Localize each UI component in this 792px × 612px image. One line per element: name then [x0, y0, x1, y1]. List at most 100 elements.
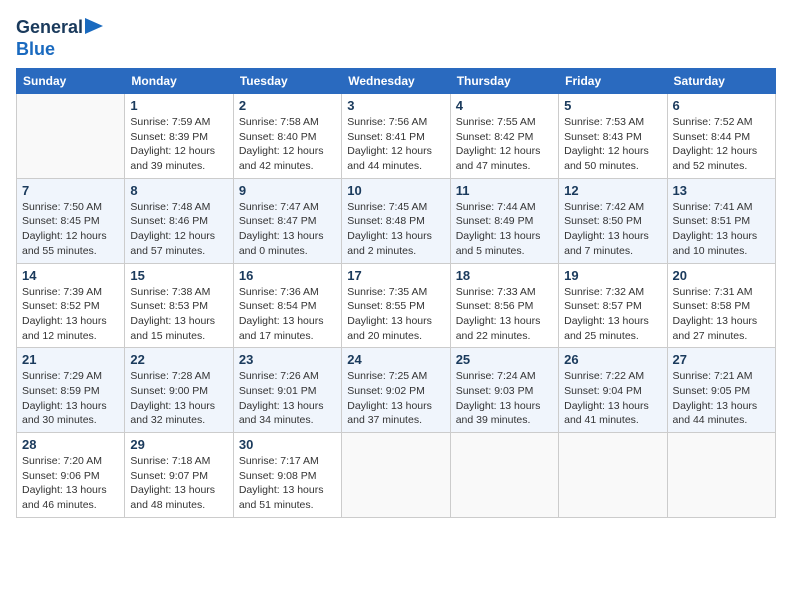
- day-number: 30: [239, 437, 336, 452]
- day-info: Sunrise: 7:48 AM Sunset: 8:46 PM Dayligh…: [130, 200, 227, 259]
- calendar-cell: [17, 94, 125, 179]
- calendar-cell: [667, 433, 775, 518]
- day-info: Sunrise: 7:39 AM Sunset: 8:52 PM Dayligh…: [22, 285, 119, 344]
- calendar-cell: 9 Sunrise: 7:47 AM Sunset: 8:47 PM Daylig…: [233, 178, 341, 263]
- calendar-cell: 21 Sunrise: 7:29 AM Sunset: 8:59 PM Dayli…: [17, 348, 125, 433]
- calendar-cell: 25 Sunrise: 7:24 AM Sunset: 9:03 PM Dayli…: [450, 348, 558, 433]
- header: General Blue: [16, 16, 776, 60]
- calendar-cell: 30 Sunrise: 7:17 AM Sunset: 9:08 PM Dayli…: [233, 433, 341, 518]
- day-number: 19: [564, 268, 661, 283]
- weekday-header-thursday: Thursday: [450, 69, 558, 94]
- day-number: 1: [130, 98, 227, 113]
- day-info: Sunrise: 7:56 AM Sunset: 8:41 PM Dayligh…: [347, 115, 444, 174]
- day-info: Sunrise: 7:53 AM Sunset: 8:43 PM Dayligh…: [564, 115, 661, 174]
- day-number: 26: [564, 352, 661, 367]
- day-info: Sunrise: 7:28 AM Sunset: 9:00 PM Dayligh…: [130, 369, 227, 428]
- calendar-week-row: 21 Sunrise: 7:29 AM Sunset: 8:59 PM Dayli…: [17, 348, 776, 433]
- calendar-cell: 4Sunrise: 7:55 AM Sunset: 8:42 PM Daylig…: [450, 94, 558, 179]
- weekday-header-tuesday: Tuesday: [233, 69, 341, 94]
- day-number: 3: [347, 98, 444, 113]
- day-number: 13: [673, 183, 770, 198]
- day-info: Sunrise: 7:26 AM Sunset: 9:01 PM Dayligh…: [239, 369, 336, 428]
- weekday-header-saturday: Saturday: [667, 69, 775, 94]
- day-number: 28: [22, 437, 119, 452]
- day-info: Sunrise: 7:20 AM Sunset: 9:06 PM Dayligh…: [22, 454, 119, 513]
- calendar-week-row: 7Sunrise: 7:50 AM Sunset: 8:45 PM Daylig…: [17, 178, 776, 263]
- day-info: Sunrise: 7:52 AM Sunset: 8:44 PM Dayligh…: [673, 115, 770, 174]
- day-info: Sunrise: 7:42 AM Sunset: 8:50 PM Dayligh…: [564, 200, 661, 259]
- day-number: 8: [130, 183, 227, 198]
- calendar-cell: 3 Sunrise: 7:56 AM Sunset: 8:41 PM Daylig…: [342, 94, 450, 179]
- day-number: 11: [456, 183, 553, 198]
- day-number: 15: [130, 268, 227, 283]
- day-info: Sunrise: 7:45 AM Sunset: 8:48 PM Dayligh…: [347, 200, 444, 259]
- weekday-header-row: SundayMondayTuesdayWednesdayThursdayFrid…: [17, 69, 776, 94]
- day-info: Sunrise: 7:31 AM Sunset: 8:58 PM Dayligh…: [673, 285, 770, 344]
- calendar-cell: 19 Sunrise: 7:32 AM Sunset: 8:57 PM Dayli…: [559, 263, 667, 348]
- calendar-cell: 24Sunrise: 7:25 AM Sunset: 9:02 PM Dayli…: [342, 348, 450, 433]
- weekday-header-monday: Monday: [125, 69, 233, 94]
- calendar-cell: 15 Sunrise: 7:38 AM Sunset: 8:53 PM Dayli…: [125, 263, 233, 348]
- logo: General Blue: [16, 16, 103, 60]
- calendar-cell: 17 Sunrise: 7:35 AM Sunset: 8:55 PM Dayli…: [342, 263, 450, 348]
- calendar-cell: 14 Sunrise: 7:39 AM Sunset: 8:52 PM Dayli…: [17, 263, 125, 348]
- day-number: 27: [673, 352, 770, 367]
- logo-text-blue: Blue: [16, 39, 55, 59]
- day-number: 16: [239, 268, 336, 283]
- day-number: 29: [130, 437, 227, 452]
- day-number: 21: [22, 352, 119, 367]
- day-info: Sunrise: 7:22 AM Sunset: 9:04 PM Dayligh…: [564, 369, 661, 428]
- day-info: Sunrise: 7:35 AM Sunset: 8:55 PM Dayligh…: [347, 285, 444, 344]
- day-info: Sunrise: 7:21 AM Sunset: 9:05 PM Dayligh…: [673, 369, 770, 428]
- calendar-cell: 12Sunrise: 7:42 AM Sunset: 8:50 PM Dayli…: [559, 178, 667, 263]
- day-number: 20: [673, 268, 770, 283]
- weekday-header-friday: Friday: [559, 69, 667, 94]
- calendar-cell: 5 Sunrise: 7:53 AM Sunset: 8:43 PM Daylig…: [559, 94, 667, 179]
- calendar-cell: 2 Sunrise: 7:58 AM Sunset: 8:40 PM Daylig…: [233, 94, 341, 179]
- day-number: 2: [239, 98, 336, 113]
- day-info: Sunrise: 7:25 AM Sunset: 9:02 PM Dayligh…: [347, 369, 444, 428]
- calendar-cell: [450, 433, 558, 518]
- day-number: 17: [347, 268, 444, 283]
- day-info: Sunrise: 7:18 AM Sunset: 9:07 PM Dayligh…: [130, 454, 227, 513]
- weekday-header-sunday: Sunday: [17, 69, 125, 94]
- day-info: Sunrise: 7:33 AM Sunset: 8:56 PM Dayligh…: [456, 285, 553, 344]
- calendar-cell: 11 Sunrise: 7:44 AM Sunset: 8:49 PM Dayli…: [450, 178, 558, 263]
- day-info: Sunrise: 7:17 AM Sunset: 9:08 PM Dayligh…: [239, 454, 336, 513]
- day-info: Sunrise: 7:29 AM Sunset: 8:59 PM Dayligh…: [22, 369, 119, 428]
- calendar-cell: 6 Sunrise: 7:52 AM Sunset: 8:44 PM Daylig…: [667, 94, 775, 179]
- day-info: Sunrise: 7:44 AM Sunset: 8:49 PM Dayligh…: [456, 200, 553, 259]
- calendar-cell: [559, 433, 667, 518]
- day-number: 4: [456, 98, 553, 113]
- day-number: 9: [239, 183, 336, 198]
- calendar-cell: 16 Sunrise: 7:36 AM Sunset: 8:54 PM Dayli…: [233, 263, 341, 348]
- calendar-cell: 20 Sunrise: 7:31 AM Sunset: 8:58 PM Dayli…: [667, 263, 775, 348]
- calendar-cell: 13Sunrise: 7:41 AM Sunset: 8:51 PM Dayli…: [667, 178, 775, 263]
- calendar-cell: 1 Sunrise: 7:59 AM Sunset: 8:39 PM Daylig…: [125, 94, 233, 179]
- calendar-week-row: 14 Sunrise: 7:39 AM Sunset: 8:52 PM Dayli…: [17, 263, 776, 348]
- calendar-cell: [342, 433, 450, 518]
- day-number: 25: [456, 352, 553, 367]
- day-number: 14: [22, 268, 119, 283]
- calendar-cell: 29 Sunrise: 7:18 AM Sunset: 9:07 PM Dayli…: [125, 433, 233, 518]
- day-info: Sunrise: 7:36 AM Sunset: 8:54 PM Dayligh…: [239, 285, 336, 344]
- day-info: Sunrise: 7:24 AM Sunset: 9:03 PM Dayligh…: [456, 369, 553, 428]
- day-number: 6: [673, 98, 770, 113]
- day-info: Sunrise: 7:32 AM Sunset: 8:57 PM Dayligh…: [564, 285, 661, 344]
- calendar-cell: 8 Sunrise: 7:48 AM Sunset: 8:46 PM Daylig…: [125, 178, 233, 263]
- weekday-header-wednesday: Wednesday: [342, 69, 450, 94]
- day-number: 5: [564, 98, 661, 113]
- calendar-cell: 22 Sunrise: 7:28 AM Sunset: 9:00 PM Dayli…: [125, 348, 233, 433]
- day-info: Sunrise: 7:47 AM Sunset: 8:47 PM Dayligh…: [239, 200, 336, 259]
- calendar-week-row: 28 Sunrise: 7:20 AM Sunset: 9:06 PM Dayli…: [17, 433, 776, 518]
- day-info: Sunrise: 7:58 AM Sunset: 8:40 PM Dayligh…: [239, 115, 336, 174]
- day-number: 22: [130, 352, 227, 367]
- calendar-cell: 18Sunrise: 7:33 AM Sunset: 8:56 PM Dayli…: [450, 263, 558, 348]
- calendar-cell: 7Sunrise: 7:50 AM Sunset: 8:45 PM Daylig…: [17, 178, 125, 263]
- calendar-week-row: 1 Sunrise: 7:59 AM Sunset: 8:39 PM Daylig…: [17, 94, 776, 179]
- day-info: Sunrise: 7:38 AM Sunset: 8:53 PM Dayligh…: [130, 285, 227, 344]
- day-number: 10: [347, 183, 444, 198]
- logo-arrow-icon: [85, 18, 103, 39]
- calendar-cell: 26 Sunrise: 7:22 AM Sunset: 9:04 PM Dayli…: [559, 348, 667, 433]
- day-info: Sunrise: 7:59 AM Sunset: 8:39 PM Dayligh…: [130, 115, 227, 174]
